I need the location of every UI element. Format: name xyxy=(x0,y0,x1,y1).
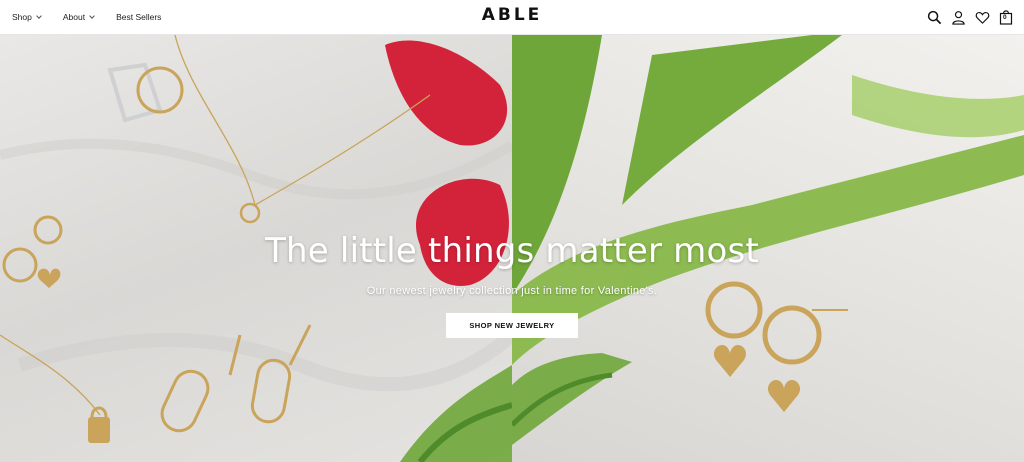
nav-about-label: About xyxy=(62,12,86,22)
brand-logo[interactable]: ABLE xyxy=(482,5,543,25)
hero-banner: The little things matter most Our newest… xyxy=(0,35,1024,462)
search-icon[interactable] xyxy=(926,9,942,25)
nav-about[interactable]: About xyxy=(62,12,95,22)
chevron-down-icon xyxy=(89,12,95,19)
account-icon[interactable] xyxy=(950,9,966,25)
main-nav: Shop About Best Sellers xyxy=(0,12,161,22)
hero-subheadline: Our newest jewelry collection just in ti… xyxy=(366,285,658,297)
cart-count: 0 xyxy=(1003,14,1007,21)
shop-new-jewelry-button[interactable]: SHOP NEW JEWELRY xyxy=(446,313,578,338)
nav-best-sellers-label: Best Sellers xyxy=(116,12,162,22)
site-header: Shop About Best Sellers ABLE 0 xyxy=(0,0,1024,35)
cart-bag-icon[interactable]: 0 xyxy=(998,9,1014,25)
wishlist-heart-icon[interactable] xyxy=(974,9,990,25)
hero-headline: The little things matter most xyxy=(265,231,759,271)
nav-shop[interactable]: Shop xyxy=(12,12,42,22)
chevron-down-icon xyxy=(36,12,42,19)
header-actions: 0 xyxy=(926,9,1014,25)
nav-shop-label: Shop xyxy=(12,12,32,22)
nav-best-sellers[interactable]: Best Sellers xyxy=(116,12,161,22)
hero-content: The little things matter most Our newest… xyxy=(0,35,1024,462)
